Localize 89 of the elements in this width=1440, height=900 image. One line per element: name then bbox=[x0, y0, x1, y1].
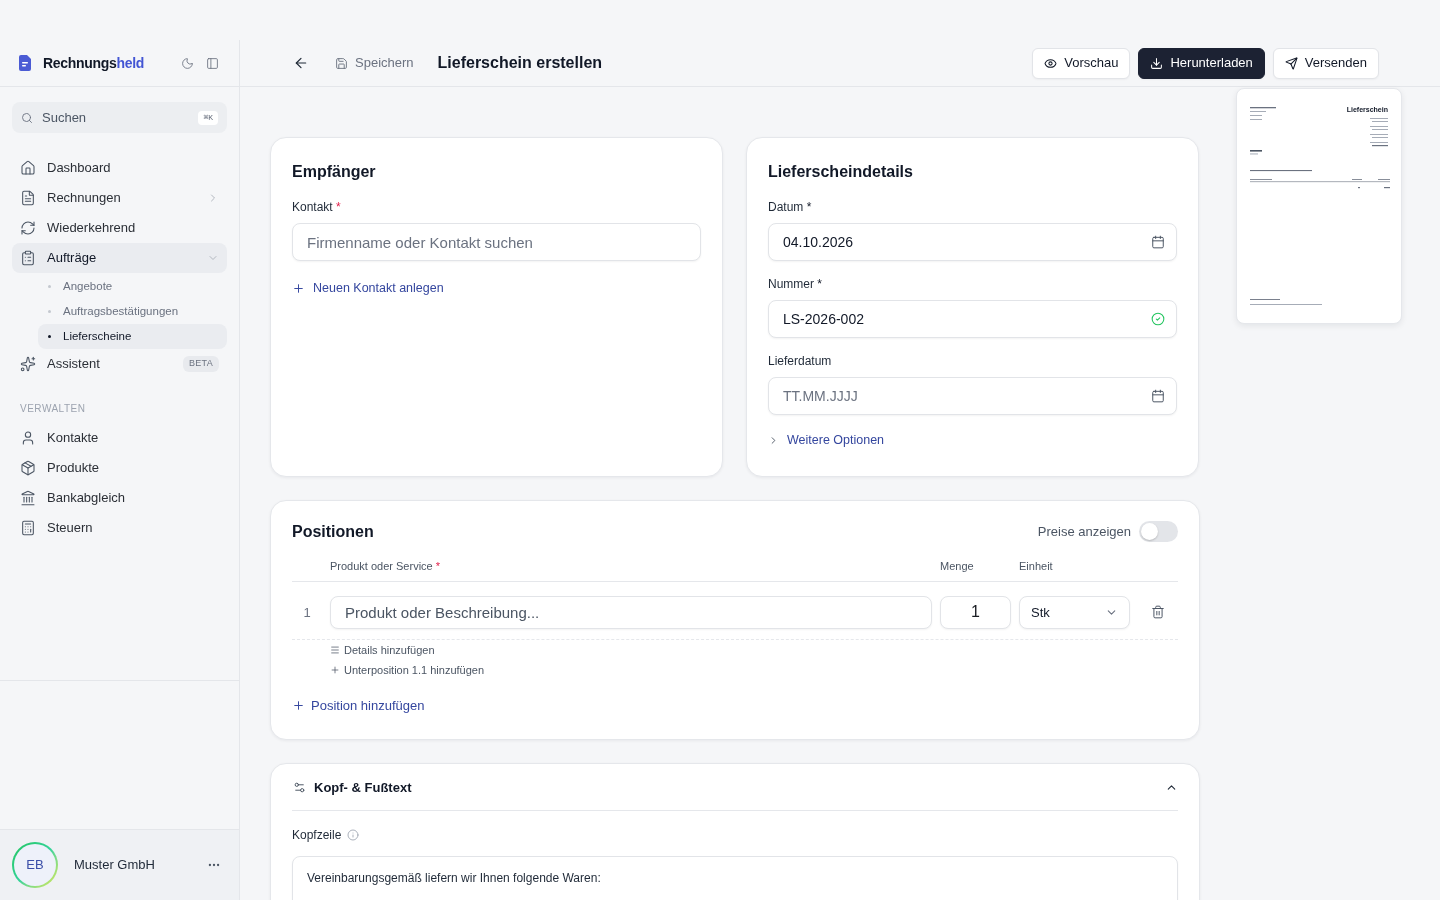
action-button[interactable]: Vorschau bbox=[1032, 47, 1131, 79]
bullet-icon bbox=[48, 310, 51, 313]
contact-search-field[interactable]: Firmenname oder Kontakt suchen bbox=[292, 223, 701, 261]
person-icon bbox=[20, 430, 36, 446]
document-icon bbox=[20, 190, 36, 206]
avatar[interactable]: EB bbox=[12, 842, 58, 888]
delete-button[interactable] bbox=[1150, 605, 1165, 620]
sparkles-icon bbox=[20, 356, 36, 372]
nav-item[interactable]: Bankabgleich bbox=[12, 483, 227, 513]
bank-icon bbox=[20, 490, 36, 506]
calendar-icon bbox=[1151, 389, 1165, 403]
send-icon bbox=[1284, 56, 1298, 70]
search-field[interactable]: Suchen ⌘K bbox=[12, 102, 227, 133]
card-title: Lieferscheindetails bbox=[768, 162, 913, 182]
search-icon bbox=[21, 111, 33, 124]
add-contact-link[interactable]: Neuen Kontakt anlegen bbox=[292, 279, 444, 298]
page-title: Lieferschein erstellen bbox=[437, 53, 603, 73]
column-header: Menge bbox=[940, 558, 974, 574]
row-number: 1 bbox=[302, 603, 312, 622]
accordion-header[interactable]: Kopf- & Fußtext bbox=[292, 764, 1178, 812]
back-arrow-icon bbox=[293, 55, 309, 71]
refresh-icon bbox=[20, 220, 36, 236]
package-icon bbox=[20, 460, 36, 476]
row-action-link[interactable]: Details hinzufügen bbox=[330, 642, 435, 657]
date-field[interactable]: 04.10.2026 bbox=[768, 223, 1177, 261]
nav-item[interactable]: Kontakte bbox=[12, 423, 227, 453]
dark-mode-button[interactable] bbox=[181, 56, 194, 70]
brand-name: Rechnungsheld bbox=[43, 53, 145, 73]
shortcut-key: ⌘K bbox=[198, 110, 218, 125]
save-button[interactable]: Speichern bbox=[335, 53, 414, 73]
eye-icon bbox=[1044, 56, 1058, 70]
action-button[interactable]: Herunterladen bbox=[1138, 47, 1265, 79]
moon-icon bbox=[181, 56, 194, 70]
save-icon bbox=[335, 56, 348, 70]
unit-select[interactable]: Stk bbox=[1019, 595, 1130, 629]
bullet-icon bbox=[48, 335, 51, 338]
field-label: Kopfzeile bbox=[292, 827, 342, 844]
calculator-icon bbox=[20, 520, 36, 536]
plus-icon bbox=[330, 664, 340, 675]
nav-item[interactable]: Wiederkehrend bbox=[12, 213, 227, 243]
lines-icon bbox=[330, 644, 340, 655]
house-icon bbox=[20, 160, 36, 176]
nav-subitem[interactable]: Auftragsbestätigungen bbox=[38, 299, 227, 324]
toggle-label: Preise anzeigen bbox=[1037, 523, 1131, 541]
field-label: Kontakt * bbox=[292, 199, 341, 215]
document-lines bbox=[1250, 107, 1276, 121]
more-options-link[interactable]: Weitere Optionen bbox=[768, 431, 885, 450]
field-label: Lieferdatum bbox=[768, 353, 832, 369]
header-text-field[interactable]: Vereinbarungsgemäß liefern wir Ihnen folgende Waren: bbox=[292, 856, 1178, 900]
row-action-link[interactable]: Unterposition 1.1 hinzufügen bbox=[330, 662, 485, 677]
nav-item[interactable]: Dashboard bbox=[12, 153, 227, 183]
back-button[interactable] bbox=[293, 55, 309, 71]
toggle-switch[interactable] bbox=[1139, 521, 1178, 543]
text-field[interactable]: LS-2026-002 bbox=[768, 300, 1177, 338]
nav-item[interactable]: Produkte bbox=[12, 453, 227, 483]
sidebar-panel-icon bbox=[206, 56, 219, 70]
document-logo-icon bbox=[19, 55, 31, 71]
calendar-icon bbox=[1151, 235, 1165, 249]
field-label: Nummer * bbox=[768, 276, 823, 292]
section-title: VERWALTEN bbox=[20, 403, 86, 415]
document-lines bbox=[1370, 118, 1388, 148]
trash-icon bbox=[1150, 605, 1165, 620]
download-icon bbox=[1150, 56, 1164, 70]
nav-item[interactable]: Aufträge bbox=[12, 243, 227, 273]
document-lines bbox=[1250, 299, 1322, 306]
quantity-field[interactable]: 1 bbox=[940, 595, 1011, 629]
card-title: Empfänger bbox=[292, 162, 376, 182]
column-header: Einheit bbox=[1019, 558, 1053, 574]
plus-icon bbox=[292, 281, 305, 295]
date-field[interactable]: TT.MM.JJJJ bbox=[768, 377, 1177, 415]
nav-subitem[interactable]: Angebote bbox=[38, 274, 227, 299]
plus-icon bbox=[292, 699, 305, 712]
nav-item[interactable]: Assistent BETA bbox=[12, 349, 227, 379]
info-icon bbox=[347, 829, 360, 842]
action-button[interactable]: Versenden bbox=[1272, 47, 1379, 79]
nav-subitem[interactable]: Lieferscheine bbox=[38, 324, 227, 349]
user-name: Muster GmbH bbox=[74, 856, 155, 875]
add-position-link[interactable]: Position hinzufügen bbox=[292, 695, 425, 716]
beta-badge: BETA bbox=[182, 356, 219, 372]
product-field[interactable]: Produkt oder Beschreibung... bbox=[330, 595, 932, 629]
collapse-sidebar-button[interactable] bbox=[206, 56, 219, 70]
column-header: Produkt oder Service * bbox=[330, 558, 441, 574]
nav-item[interactable]: Rechnungen bbox=[12, 183, 227, 213]
sliders-icon bbox=[293, 780, 306, 794]
field-label: Datum * bbox=[768, 199, 812, 215]
clipboard-icon bbox=[20, 250, 36, 266]
nav-item[interactable]: Steuern bbox=[12, 513, 227, 543]
bullet-icon bbox=[48, 285, 51, 288]
card-title: Positionen bbox=[292, 521, 374, 542]
